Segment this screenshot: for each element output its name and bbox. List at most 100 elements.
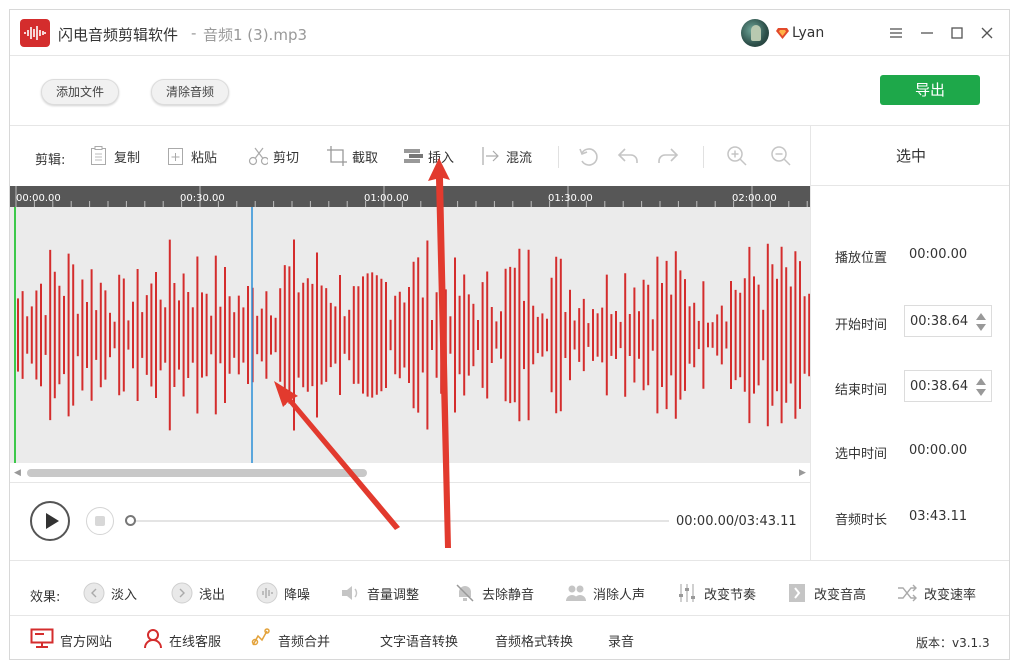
online-support-label: 在线客服 bbox=[169, 634, 222, 650]
menu-icon[interactable] bbox=[882, 20, 910, 46]
progress-track[interactable] bbox=[134, 520, 669, 522]
start-time-label: 开始时间 bbox=[835, 318, 888, 333]
waveform[interactable] bbox=[10, 207, 811, 463]
close-icon[interactable] bbox=[973, 20, 1001, 46]
vip-diamond-icon bbox=[776, 28, 789, 39]
fade-out-label: 浅出 bbox=[199, 587, 226, 603]
mute-bell-icon bbox=[454, 582, 476, 604]
cut-button[interactable]: 剪切 bbox=[248, 145, 299, 167]
avatar[interactable] bbox=[741, 19, 769, 47]
denoise-button[interactable]: 降噪 bbox=[256, 582, 310, 604]
effects-bar: 效果: 淡入 浅出 降噪 音量调整 去除静音 消除人声 改变节奏 改变音高 改变… bbox=[10, 560, 1009, 616]
ruler-tick-label: 02:00.00 bbox=[732, 193, 777, 204]
horizontal-scrollbar[interactable]: ◀ ▶ bbox=[10, 463, 810, 483]
redo-icon[interactable] bbox=[657, 145, 679, 167]
start-time-value[interactable]: 00:38.64 bbox=[910, 314, 968, 329]
denoise-label: 降噪 bbox=[284, 587, 311, 603]
insert-button[interactable]: 插入 bbox=[403, 145, 454, 167]
mix-button[interactable]: 混流 bbox=[481, 145, 532, 167]
add-file-button[interactable]: 添加文件 bbox=[41, 79, 120, 105]
paste-button[interactable]: 粘贴 bbox=[166, 145, 217, 167]
version-label: 版本：v3.1.3 bbox=[916, 636, 990, 650]
fade-out-icon bbox=[171, 582, 193, 604]
decrement-icon[interactable] bbox=[976, 389, 986, 396]
clear-audio-button[interactable]: 清除音频 bbox=[151, 79, 230, 105]
user-name[interactable]: Lyan bbox=[792, 25, 824, 41]
official-site-label: 官方网站 bbox=[60, 634, 113, 650]
zoom-out-icon[interactable] bbox=[770, 145, 792, 167]
fade-out-button[interactable]: 浅出 bbox=[171, 582, 225, 604]
merge-icon bbox=[250, 628, 272, 652]
denoise-icon bbox=[256, 582, 278, 604]
user-support-icon bbox=[143, 628, 163, 652]
format-convert-link[interactable]: 音频格式转换 bbox=[495, 630, 573, 650]
edit-toolbar: 剪辑: 复制 粘贴 剪切 截取 插入 混流 bbox=[10, 126, 810, 186]
effects-label: 效果: bbox=[30, 590, 61, 605]
progress-knob[interactable] bbox=[125, 515, 136, 526]
remove-vocals-button[interactable]: 消除人声 bbox=[565, 582, 645, 604]
ruler-tick-label: 01:00.00 bbox=[364, 193, 409, 204]
maximize-icon[interactable] bbox=[943, 20, 971, 46]
end-time-value[interactable]: 00:38.64 bbox=[910, 379, 968, 394]
scroll-left-icon[interactable]: ◀ bbox=[14, 468, 21, 478]
monitor-icon bbox=[30, 628, 54, 652]
action-bar: 添加文件 清除音频 导出 bbox=[10, 56, 1009, 126]
volume-adjust-label: 音量调整 bbox=[367, 587, 420, 603]
audio-merge-link[interactable]: 音频合并 bbox=[250, 628, 331, 652]
export-button[interactable]: 导出 bbox=[880, 75, 980, 105]
waveform-area[interactable] bbox=[10, 207, 811, 463]
end-time-label: 结束时间 bbox=[835, 383, 888, 398]
cut-label: 剪切 bbox=[273, 150, 300, 166]
toolbar-divider bbox=[558, 146, 559, 168]
play-button[interactable] bbox=[30, 501, 70, 541]
scrollbar-thumb[interactable] bbox=[27, 469, 367, 477]
edit-toolbar-label: 剪辑: bbox=[35, 153, 66, 168]
change-pitch-label: 改变音高 bbox=[814, 587, 867, 603]
paste-icon bbox=[166, 146, 186, 166]
app-title: 闪电音频剪辑软件 bbox=[58, 26, 179, 44]
increment-icon[interactable] bbox=[976, 378, 986, 385]
trim-button[interactable]: 截取 bbox=[327, 145, 378, 167]
copy-label: 复制 bbox=[114, 150, 141, 166]
mix-label: 混流 bbox=[506, 150, 533, 166]
insert-icon bbox=[403, 146, 423, 166]
reset-icon[interactable] bbox=[577, 145, 599, 167]
undo-icon[interactable] bbox=[617, 145, 639, 167]
change-speed-button[interactable]: 改变速率 bbox=[896, 582, 976, 604]
zoom-in-icon[interactable] bbox=[726, 145, 748, 167]
trim-label: 截取 bbox=[352, 150, 379, 166]
record-link[interactable]: 录音 bbox=[608, 630, 634, 650]
play-position-label: 播放位置 bbox=[835, 251, 888, 266]
copy-icon bbox=[89, 146, 109, 166]
fade-in-icon bbox=[83, 582, 105, 604]
timeline-ruler[interactable]: 00:00.00 00:30.00 01:00.00 01:30.00 02:00.00 bbox=[10, 186, 810, 207]
timeline-ticks: 00:00.00 00:30.00 01:00.00 01:30.00 02:00.00 bbox=[15, 186, 808, 207]
official-site-link[interactable]: 官方网站 bbox=[30, 628, 113, 652]
insert-label: 插入 bbox=[428, 150, 455, 166]
text-to-speech-link[interactable]: 文字语音转换 bbox=[380, 630, 458, 650]
change-pitch-button[interactable]: 改变音高 bbox=[786, 582, 866, 604]
increment-icon[interactable] bbox=[976, 313, 986, 320]
online-support-link[interactable]: 在线客服 bbox=[143, 628, 222, 652]
copy-button[interactable]: 复制 bbox=[89, 145, 140, 167]
minimize-icon[interactable] bbox=[913, 20, 941, 46]
crop-icon bbox=[327, 146, 347, 166]
remove-silence-label: 去除静音 bbox=[482, 587, 535, 603]
selection-panel-header: 选中 bbox=[811, 126, 1009, 186]
change-tempo-button[interactable]: 改变节奏 bbox=[676, 582, 756, 604]
volume-icon bbox=[339, 582, 361, 604]
audio-merge-label: 音频合并 bbox=[278, 634, 331, 650]
end-time-stepper[interactable]: 00:38.64 bbox=[904, 370, 992, 402]
scroll-right-icon[interactable]: ▶ bbox=[799, 468, 806, 478]
fade-in-button[interactable]: 淡入 bbox=[83, 582, 137, 604]
volume-adjust-button[interactable]: 音量调整 bbox=[339, 582, 419, 604]
remove-silence-button[interactable]: 去除静音 bbox=[454, 582, 534, 604]
start-time-stepper[interactable]: 00:38.64 bbox=[904, 305, 992, 337]
duration-label: 音频时长 bbox=[835, 513, 888, 528]
people-icon bbox=[565, 582, 587, 604]
decrement-icon[interactable] bbox=[976, 324, 986, 331]
shuffle-icon bbox=[896, 582, 918, 604]
player-bar: 00:00.00/03:43.11 bbox=[10, 483, 810, 560]
selected-time-label: 选中时间 bbox=[835, 447, 888, 462]
stop-button[interactable] bbox=[86, 507, 114, 535]
